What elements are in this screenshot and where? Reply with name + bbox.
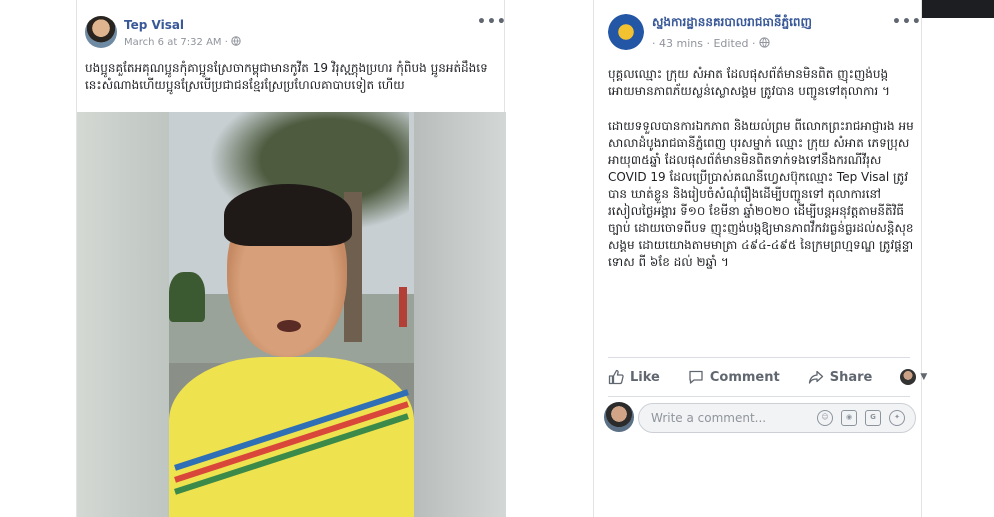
person-hair <box>224 184 352 246</box>
post-timestamp[interactable]: 43 mins <box>659 37 703 50</box>
meta-separator: · <box>752 37 756 50</box>
comment-tools: ☺ ◉ G ✦ <box>817 410 905 426</box>
video-frame <box>169 112 414 517</box>
post-meta: · 43 mins · Edited · <box>652 37 770 50</box>
comment-composer: Write a comment... ☺ ◉ G ✦ <box>604 402 916 434</box>
globe-icon <box>759 37 770 48</box>
video-blur-left <box>77 112 169 517</box>
red-pole <box>399 287 407 327</box>
divider <box>608 357 910 358</box>
post-timestamp[interactable]: March 6 at 7:32 AM <box>124 37 222 48</box>
yellow-shirt <box>169 357 414 517</box>
person-mouth <box>277 320 301 332</box>
post-paragraph-2: ដោយទទួលបានការឯកភាព និងយល់ព្រម ពីលោកព្រះរ… <box>608 119 914 269</box>
window-dark-strip <box>922 0 994 18</box>
bush-shape <box>169 272 205 322</box>
divider <box>608 396 910 397</box>
post-video[interactable] <box>77 112 506 517</box>
like-label: Like <box>630 369 660 385</box>
like-button[interactable]: Like <box>608 369 660 385</box>
comment-label: Comment <box>709 369 780 385</box>
post-body: បុគ្គលឈ្មោះ ក្រុយ សំអាត ដែលផុសព័ត៌មានមិន… <box>608 66 914 289</box>
video-blur-right <box>414 112 506 517</box>
emoji-icon[interactable]: ☺ <box>817 410 833 426</box>
post-police: ស្នងការដ្ឋាននគរបាលរាជធានីភ្នំពេញ · 43 mi… <box>593 0 927 517</box>
comment-bubble-icon <box>689 370 703 384</box>
page-name[interactable]: ស្នងការដ្ឋាននគរបាលរាជធានីភ្នំពេញ <box>652 14 812 32</box>
background-gutter-left <box>0 0 76 517</box>
author-avatar[interactable] <box>85 16 117 48</box>
post-text: បងប្អូនគួតែអគុណប្អូនកុំគាប្អូនស្រែចាកម្ព… <box>85 61 488 92</box>
thumbs-up-icon <box>608 369 624 385</box>
post-meta: March 6 at 7:32 AM · <box>124 36 241 48</box>
comment-button[interactable]: Comment <box>688 369 780 385</box>
background-gutter-middle <box>505 0 593 517</box>
shirt-stripe <box>174 401 409 483</box>
comment-input[interactable]: Write a comment... ☺ ◉ G ✦ <box>638 403 916 433</box>
page-avatar-seal[interactable] <box>608 14 644 50</box>
more-options-icon[interactable]: ••• <box>477 14 507 30</box>
sticker-icon[interactable]: ✦ <box>889 410 905 426</box>
meta-separator: · <box>652 37 656 50</box>
globe-icon <box>231 36 241 46</box>
camera-icon[interactable]: ◉ <box>841 410 857 426</box>
more-options-icon[interactable]: ••• <box>892 14 922 30</box>
share-label: Share <box>829 369 873 385</box>
edited-label[interactable]: Edited <box>713 37 748 50</box>
post-actions: Like Comment Share ▼ <box>608 362 927 392</box>
caret-down-icon: ▼ <box>920 372 928 382</box>
current-user-avatar[interactable] <box>604 402 634 432</box>
share-button[interactable]: Share <box>808 369 873 385</box>
comment-placeholder: Write a comment... <box>651 411 767 425</box>
post-as-selector[interactable]: ▼ <box>900 369 927 385</box>
share-arrow-icon <box>808 370 823 384</box>
user-avatar-small <box>900 369 917 385</box>
gif-icon[interactable]: G <box>865 410 881 426</box>
meta-separator: · <box>706 37 710 50</box>
post-tep-visal: Tep Visal March 6 at 7:32 AM · ••• បងប្អ… <box>76 0 507 517</box>
post-paragraph-1: បុគ្គលឈ្មោះ ក្រុយ សំអាត ដែលផុសព័ត៌មានមិន… <box>608 67 890 98</box>
meta-separator: · <box>224 37 228 48</box>
post-author-name[interactable]: Tep Visal <box>124 18 184 32</box>
